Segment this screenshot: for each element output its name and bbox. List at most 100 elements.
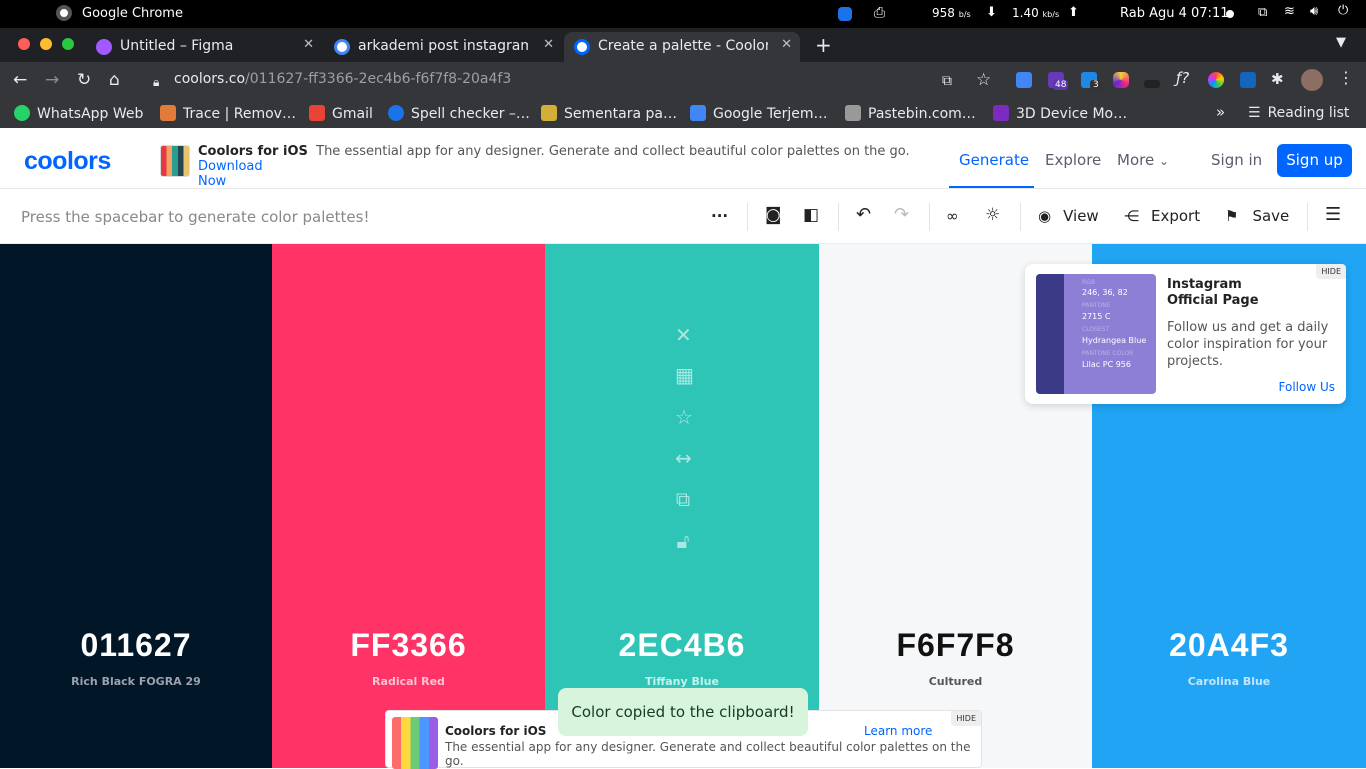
google-icon — [334, 39, 350, 55]
pastebin-icon — [845, 105, 861, 121]
copy-hex-icon[interactable]: ⧉ — [675, 489, 691, 509]
close-tab-icon[interactable]: ✕ — [543, 37, 554, 52]
view-button[interactable]: ◉ View — [1038, 207, 1099, 225]
generator-toolbar: Press the spacebar to generate color pal… — [0, 189, 1366, 244]
bookmark-trace[interactable]: Trace | Remov… — [160, 105, 296, 122]
tab-strip: Untitled – Figma ✕ arkademi post instagr… — [0, 28, 1366, 62]
shades-grid-icon[interactable]: ▦ — [675, 365, 694, 385]
lock-toggle-icon[interactable]: 🔓︎ — [675, 531, 691, 551]
lock-icon[interactable]: 🔒︎ — [153, 72, 159, 92]
extensions-puzzle-icon[interactable]: ✱ — [1271, 70, 1284, 88]
printer-icon[interactable]: ⎙ — [874, 5, 885, 21]
export-button[interactable]: ⋲ Export — [1124, 207, 1200, 225]
redo-icon[interactable]: ↷ — [894, 204, 909, 225]
color-picker-extension-icon[interactable] — [1208, 72, 1224, 88]
tab-search-icon[interactable]: ▼ — [1336, 35, 1346, 50]
undo-icon[interactable]: ↶ — [856, 204, 871, 225]
nav-more[interactable]: More ⌄ — [1117, 151, 1169, 169]
close-tab-icon[interactable]: ✕ — [781, 37, 792, 52]
active-app-name[interactable]: Google Chrome — [82, 6, 183, 21]
instagram-promo-card: HIDE RGB 246, 36, 82 PANTONE 2715 C CLOS… — [1025, 264, 1346, 404]
save-button[interactable]: ⚑ Save — [1225, 207, 1289, 225]
screen-icon[interactable]: ⧉ — [1258, 5, 1267, 20]
bookmark-spell-checker[interactable]: Spell checker –… — [388, 105, 530, 122]
ios-app-thumbnail[interactable] — [160, 145, 190, 177]
more-options-icon[interactable]: ··· — [711, 207, 728, 225]
tab-title: Untitled – Figma — [120, 38, 234, 54]
glasses-icon[interactable]: ∞ — [946, 207, 959, 225]
extension-icon[interactable] — [1144, 80, 1160, 88]
reading-list-button[interactable]: ☰ Reading list — [1248, 105, 1349, 121]
google-translate-icon[interactable] — [1016, 72, 1032, 88]
bookmarks-overflow-icon[interactable]: » — [1216, 103, 1225, 121]
drag-arrows-icon[interactable]: ↔ — [675, 448, 692, 468]
profile-avatar[interactable] — [1301, 69, 1323, 91]
sign-up-button[interactable]: Sign up — [1277, 144, 1352, 177]
download-link[interactable]: Download — [198, 159, 263, 174]
nav-generate[interactable]: Generate — [959, 151, 1029, 169]
bookmark-pastebin[interactable]: Pastebin.com… — [845, 105, 976, 122]
hex-code[interactable]: 011627 — [0, 627, 272, 664]
hex-code[interactable]: 2EC4B6 — [545, 627, 819, 664]
hex-code[interactable]: FF3366 — [272, 627, 545, 664]
bookmark-3d-device[interactable]: 3D Device Mo… — [993, 105, 1127, 122]
extension-icon[interactable] — [1240, 72, 1256, 88]
download-now-link[interactable]: Now — [198, 174, 226, 189]
instagram-extension-icon[interactable] — [1113, 72, 1129, 88]
tab-figma[interactable]: Untitled – Figma ✕ — [86, 32, 322, 62]
back-icon[interactable]: ← — [13, 70, 27, 90]
instagram-preview-image[interactable]: RGB 246, 36, 82 PANTONE 2715 C CLOSEST H… — [1036, 274, 1156, 394]
address-bar[interactable]: coolors.co/011627-ff3366-2ec4b6-f6f7f8-2… — [174, 71, 511, 87]
hamburger-menu-icon[interactable]: ☰ — [1325, 204, 1341, 225]
brightness-icon[interactable]: ☼ — [985, 205, 1000, 225]
tray-app-icon[interactable] — [838, 7, 852, 21]
wifi-icon[interactable]: ≋ — [1284, 4, 1295, 19]
clock[interactable]: Rab Agu 4 07:11 — [1120, 6, 1228, 21]
hex-code[interactable]: F6F7F8 — [819, 627, 1092, 664]
follow-us-link[interactable]: Follow Us — [1279, 380, 1336, 394]
reload-icon[interactable]: ↻ — [77, 70, 91, 90]
hide-card-button[interactable]: HIDE — [951, 711, 981, 726]
new-tab-icon[interactable]: + — [815, 33, 832, 57]
hide-card-button[interactable]: HIDE — [1316, 264, 1346, 279]
power-icon[interactable]: ⏻ — [1338, 3, 1348, 18]
volume-icon[interactable]: 🔊︎ — [1310, 4, 1318, 19]
url-path: /011627-ff3366-2ec4b6-f6f7f8-20a4f3 — [245, 71, 512, 87]
bookmark-sementara[interactable]: Sementara pa… — [541, 105, 677, 122]
sign-in-link[interactable]: Sign in — [1211, 151, 1262, 169]
learn-more-link[interactable]: Learn more — [864, 724, 932, 738]
close-window-icon[interactable] — [18, 38, 30, 50]
minimize-window-icon[interactable] — [40, 38, 52, 50]
whatsapp-icon — [14, 105, 30, 121]
sementara-icon — [541, 105, 557, 121]
color-column[interactable]: 011627 Rich Black FOGRA 29 — [0, 244, 272, 768]
forward-icon[interactable]: → — [45, 70, 59, 90]
divider — [1020, 203, 1021, 231]
bookmark-gmail[interactable]: Gmail — [309, 105, 373, 122]
color-name[interactable]: Tiffany Blue — [545, 675, 819, 688]
color-name[interactable]: Rich Black FOGRA 29 — [0, 675, 272, 688]
color-name[interactable]: Cultured — [819, 675, 1092, 688]
ios-app-thumbnail[interactable] — [392, 717, 438, 769]
close-tab-icon[interactable]: ✕ — [303, 37, 314, 52]
color-name[interactable]: Radical Red — [272, 675, 545, 688]
font-extension-icon[interactable]: ƒ? — [1176, 69, 1189, 87]
color-column[interactable]: FF3366 Radical Red — [272, 244, 545, 768]
tab-coolors[interactable]: Create a palette - Coolors ✕ — [564, 32, 800, 62]
hex-code[interactable]: 20A4F3 — [1092, 627, 1366, 664]
coolors-logo[interactable]: coolors — [24, 147, 111, 176]
maximize-window-icon[interactable] — [62, 38, 74, 50]
browser-menu-icon[interactable]: ⋮ — [1338, 68, 1354, 87]
nav-explore[interactable]: Explore — [1045, 151, 1101, 169]
remove-color-icon[interactable]: ✕ — [675, 325, 692, 345]
translate-icon[interactable]: ⧉ — [942, 71, 952, 91]
bookmark-star-icon[interactable]: ☆ — [976, 70, 991, 90]
bookmark-google-translate[interactable]: Google Terjem… — [690, 105, 828, 122]
bookmark-whatsapp[interactable]: WhatsApp Web — [14, 105, 143, 122]
tab-arkademi[interactable]: arkademi post instagram ✕ — [324, 32, 562, 62]
camera-icon[interactable]: ◙ — [765, 205, 782, 225]
home-icon[interactable]: ⌂ — [109, 70, 120, 90]
favorite-star-icon[interactable]: ☆ — [675, 407, 693, 427]
color-name[interactable]: Carolina Blue — [1092, 675, 1366, 688]
split-view-icon[interactable]: ◧ — [803, 205, 819, 225]
